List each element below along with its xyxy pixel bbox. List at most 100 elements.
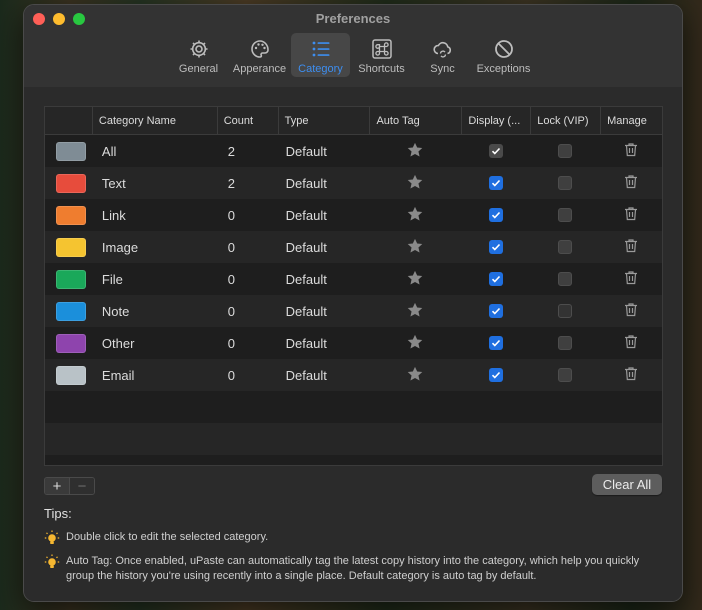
star-icon[interactable] bbox=[406, 301, 424, 322]
display-checkbox[interactable] bbox=[488, 336, 503, 350]
count-cell: 0 bbox=[227, 271, 235, 287]
tab-sync[interactable]: Sync bbox=[413, 33, 472, 77]
trash-icon[interactable] bbox=[624, 366, 638, 384]
tip-text: Auto Tag: Once enabled, uPaste can autom… bbox=[66, 555, 640, 582]
star-icon[interactable] bbox=[406, 365, 424, 386]
trash-icon[interactable] bbox=[624, 206, 638, 224]
column-header-display[interactable]: Display (... bbox=[461, 107, 530, 134]
category-name-cell[interactable]: Other bbox=[92, 327, 217, 359]
table-row[interactable]: All 2 Default bbox=[45, 135, 662, 167]
category-name-cell[interactable]: File bbox=[92, 263, 217, 295]
tab-shortcuts[interactable]: Shortcuts bbox=[352, 33, 411, 77]
table-row[interactable]: Note 0 Default bbox=[45, 295, 662, 327]
display-checkbox[interactable] bbox=[488, 304, 503, 318]
tab-label: Category bbox=[298, 63, 343, 75]
type-cell: Default bbox=[285, 175, 327, 191]
type-cell: Default bbox=[285, 303, 327, 319]
column-header-lock[interactable]: Lock (VIP) bbox=[530, 107, 600, 134]
column-header-color[interactable] bbox=[45, 107, 92, 134]
manage-cell bbox=[600, 199, 662, 231]
category-name-cell[interactable]: Image bbox=[92, 231, 217, 263]
auto-tag-cell bbox=[370, 327, 462, 359]
color-swatch[interactable] bbox=[56, 365, 86, 385]
table-row[interactable]: Other 0 Default bbox=[45, 327, 662, 359]
color-cell bbox=[45, 199, 92, 231]
color-cell bbox=[45, 295, 92, 327]
trash-icon[interactable] bbox=[624, 174, 638, 192]
trash-icon[interactable] bbox=[624, 142, 638, 160]
color-swatch[interactable] bbox=[56, 301, 86, 321]
column-header-manage[interactable]: Manage bbox=[600, 107, 662, 134]
category-name-cell[interactable]: Note bbox=[92, 295, 217, 327]
add-remove-control: + − bbox=[44, 477, 95, 495]
lock-cell bbox=[530, 295, 600, 327]
column-header-count[interactable]: Count bbox=[216, 107, 278, 134]
star-icon[interactable] bbox=[406, 173, 424, 194]
trash-icon[interactable] bbox=[624, 270, 638, 288]
display-cell bbox=[461, 327, 530, 359]
lock-cell bbox=[530, 135, 600, 167]
star-icon[interactable] bbox=[406, 333, 424, 354]
tab-general[interactable]: General bbox=[169, 33, 228, 77]
lock-cell bbox=[530, 263, 600, 295]
table-row[interactable]: Image 0 Default bbox=[45, 231, 662, 263]
lock-checkbox[interactable] bbox=[558, 208, 573, 222]
column-header-category-name[interactable]: Category Name bbox=[91, 107, 217, 134]
display-checkbox[interactable] bbox=[488, 272, 503, 286]
display-cell bbox=[461, 295, 530, 327]
tab-exceptions[interactable]: Exceptions bbox=[474, 33, 533, 77]
column-header-auto-tag[interactable]: Auto Tag bbox=[369, 107, 461, 134]
category-name-cell[interactable]: Email bbox=[92, 359, 217, 391]
color-swatch[interactable] bbox=[56, 333, 86, 353]
table-row[interactable]: Text 2 Default bbox=[45, 167, 662, 199]
auto-tag-cell bbox=[370, 231, 462, 263]
display-checkbox[interactable] bbox=[488, 144, 503, 158]
display-checkbox[interactable] bbox=[488, 240, 503, 254]
category-panel: Category Name Count Type Auto Tag Displa… bbox=[24, 87, 682, 601]
window-title: Preferences bbox=[315, 11, 391, 26]
add-category-button[interactable]: + bbox=[45, 478, 69, 494]
star-icon[interactable] bbox=[406, 205, 424, 226]
table-row[interactable]: File 0 Default bbox=[45, 263, 662, 295]
list-icon bbox=[310, 38, 332, 60]
display-checkbox[interactable] bbox=[488, 368, 503, 382]
table-row[interactable]: Email 0 Default bbox=[45, 359, 662, 391]
remove-category-button[interactable]: − bbox=[69, 478, 94, 494]
gear-icon bbox=[188, 38, 210, 60]
category-name-cell[interactable]: Text bbox=[92, 167, 217, 199]
category-table[interactable]: Category Name Count Type Auto Tag Displa… bbox=[44, 106, 663, 466]
lock-checkbox[interactable] bbox=[558, 368, 573, 382]
trash-icon[interactable] bbox=[624, 334, 638, 352]
category-name-cell[interactable]: Link bbox=[92, 199, 217, 231]
display-checkbox[interactable] bbox=[488, 208, 503, 222]
color-swatch[interactable] bbox=[56, 205, 86, 225]
color-swatch[interactable] bbox=[56, 173, 86, 193]
lock-checkbox[interactable] bbox=[558, 272, 573, 286]
category-name-cell[interactable]: All bbox=[92, 135, 217, 167]
trash-icon[interactable] bbox=[624, 238, 638, 256]
preferences-toolbar: General Apperance Category Shortcuts Syn… bbox=[169, 33, 535, 77]
trash-icon[interactable] bbox=[624, 302, 638, 320]
lock-checkbox[interactable] bbox=[558, 144, 573, 158]
color-swatch[interactable] bbox=[56, 237, 86, 257]
manage-cell bbox=[600, 135, 662, 167]
tab-category[interactable]: Category bbox=[291, 33, 350, 77]
lock-checkbox[interactable] bbox=[558, 304, 573, 318]
color-swatch[interactable] bbox=[56, 269, 86, 289]
lightbulb-icon bbox=[44, 554, 60, 584]
star-icon[interactable] bbox=[406, 237, 424, 258]
display-cell bbox=[461, 199, 530, 231]
color-swatch[interactable] bbox=[56, 141, 86, 161]
tab-apperance[interactable]: Apperance bbox=[230, 33, 289, 77]
clear-all-button[interactable]: Clear All bbox=[592, 474, 662, 495]
column-header-type[interactable]: Type bbox=[277, 107, 370, 134]
manage-cell bbox=[600, 327, 662, 359]
lock-checkbox[interactable] bbox=[558, 336, 573, 350]
star-icon[interactable] bbox=[406, 141, 424, 162]
lock-cell bbox=[530, 359, 600, 391]
display-checkbox[interactable] bbox=[488, 176, 503, 190]
lock-checkbox[interactable] bbox=[558, 240, 573, 254]
lock-checkbox[interactable] bbox=[558, 176, 573, 190]
star-icon[interactable] bbox=[406, 269, 424, 290]
table-row[interactable]: Link 0 Default bbox=[45, 199, 662, 231]
